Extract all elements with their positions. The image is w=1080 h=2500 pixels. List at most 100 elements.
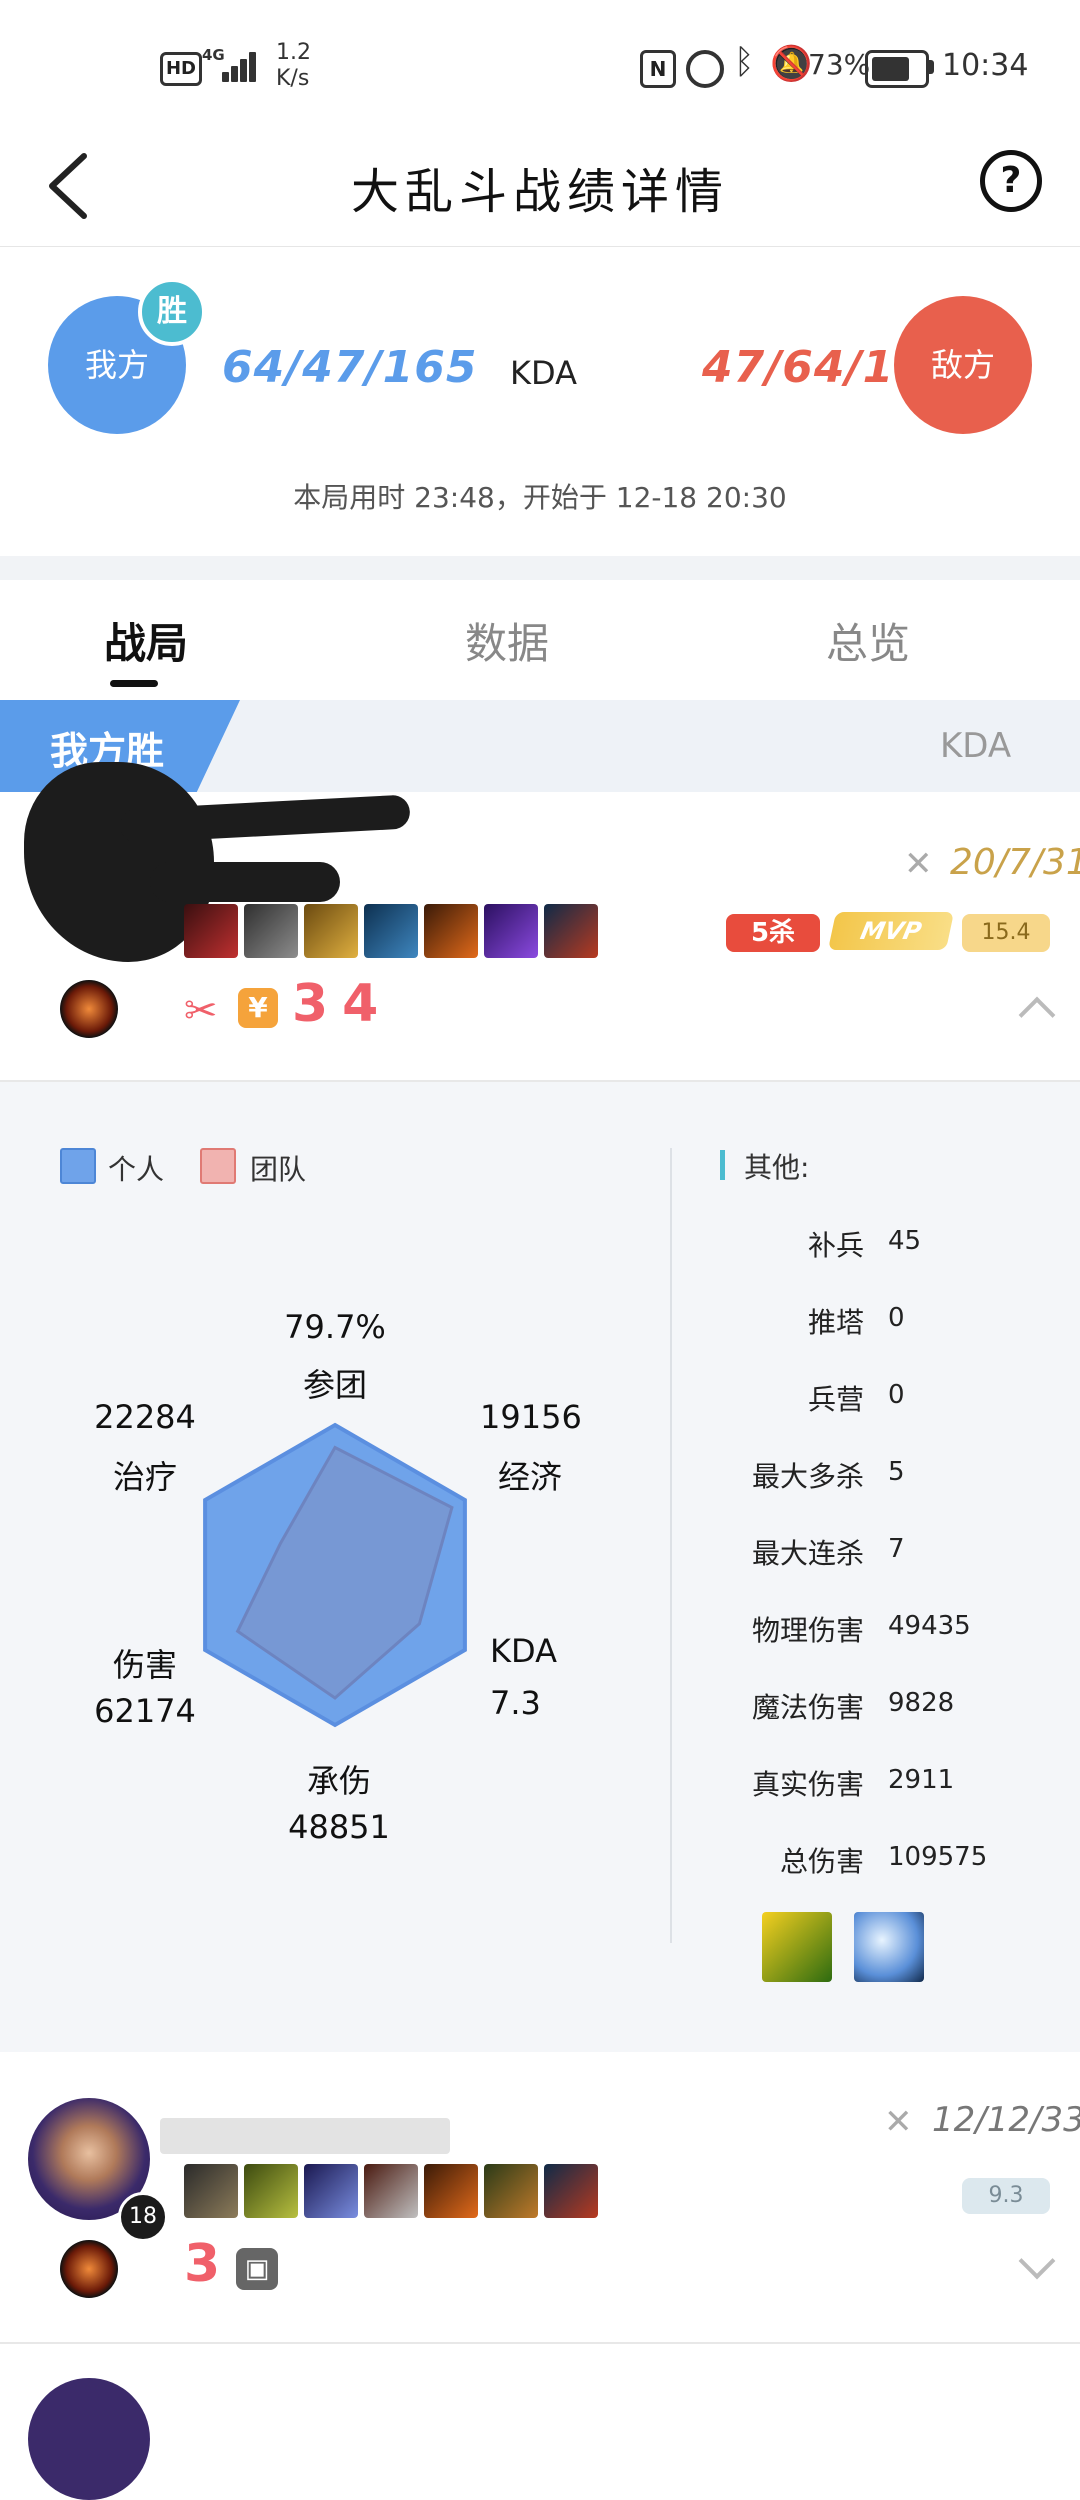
item-slot[interactable] [544, 2164, 598, 2218]
summoner-spell-snowball-icon[interactable] [854, 1912, 924, 1982]
item-slot[interactable] [544, 904, 598, 958]
stat-value: 2911 [888, 1765, 955, 1795]
stat-label: 物理伤害 [751, 1614, 864, 1647]
tab-overview[interactable]: 总览 [826, 610, 910, 671]
stat-label: 总伤害 [779, 1845, 864, 1878]
other-stats-title: 其他: [744, 1151, 810, 1184]
item-slot[interactable] [364, 904, 418, 958]
stat-label: 推塔 [807, 1306, 864, 1339]
kda-center-label: KDA [510, 354, 577, 392]
question-circle-icon[interactable]: ? [980, 150, 1042, 212]
nfc-icon: N [640, 50, 676, 88]
item-slot[interactable] [364, 2164, 418, 2218]
player2-score: 9.3 [988, 2183, 1024, 2208]
player1-redacted-name-2 [150, 862, 340, 902]
stat-label: 最大连杀 [751, 1537, 864, 1570]
kills-badge-text: 5杀 [750, 918, 796, 948]
radar-value-participation: 79.7% [284, 1308, 386, 1346]
mvp-badge: MVP [827, 912, 955, 950]
stat-value: 45 [888, 1226, 922, 1256]
bluetooth-icon: ᛒ [734, 42, 755, 82]
player2-level-badge: 18 [118, 2192, 168, 2242]
win-badge: 胜 [138, 278, 206, 346]
score-badge-text: 15.4 [981, 920, 1031, 945]
radar-label-healing: 治疗 [112, 1458, 177, 1496]
gold-medal-icon: ¥ [238, 988, 278, 1028]
item-slot[interactable] [184, 2164, 238, 2218]
player2-items [184, 2164, 604, 2222]
player2-blurred-name [160, 2118, 450, 2154]
signal-icon [222, 50, 258, 82]
summoner-spell-icon [60, 980, 118, 1038]
stat-label: 最大多杀 [751, 1460, 864, 1493]
row-divider [0, 2342, 1080, 2344]
radar-value-healing: 22284 [94, 1398, 196, 1436]
player3-avatar [28, 2378, 150, 2500]
our-score: 64/47/165 [222, 342, 478, 393]
app-header: 大乱斗战绩详情 ? [0, 130, 1080, 247]
panel-divider [670, 1148, 672, 1943]
crossed-swords-icon: ✕ [904, 844, 933, 884]
player2-kda: 12/12/33 [932, 2100, 1080, 2140]
item-slot[interactable] [304, 2164, 358, 2218]
tab-battle[interactable]: 战局 [104, 610, 188, 671]
item-slot[interactable] [484, 2164, 538, 2218]
item-slot[interactable] [424, 2164, 478, 2218]
mvp-badge-text: MVP [857, 917, 924, 945]
radar-label-participation: 参团 [302, 1366, 367, 1404]
section-divider [0, 556, 1080, 580]
battery-percent: 73% [808, 48, 871, 81]
item-slot[interactable] [424, 904, 478, 958]
stat-label: 补兵 [807, 1229, 864, 1262]
summoner-spell-ghost-icon[interactable] [762, 1912, 832, 1982]
radar-value-kda: 7.3 [490, 1684, 541, 1722]
legend-team-label: 团队 [250, 1153, 307, 1186]
radar-label-kda: KDA [490, 1632, 557, 1670]
item-slot[interactable] [244, 2164, 298, 2218]
enemy-team-circle: 敌方 [894, 296, 1032, 434]
player2-row[interactable]: 18 ✕ 12/12/33 9.3 3 ▣ [0, 2052, 1080, 2342]
stat-label: 真实伤害 [751, 1768, 864, 1801]
tab-data[interactable]: 数据 [465, 610, 549, 671]
radar-label-economy: 经济 [497, 1458, 562, 1496]
summoner-spell-icon [60, 2240, 118, 2298]
kills-badge: 5杀 [726, 914, 820, 952]
mute-icon: 🔕 [770, 44, 813, 84]
chevron-down-icon[interactable] [1018, 2242, 1056, 2280]
legend-team-swatch [200, 1148, 236, 1184]
radar-value-damage: 62174 [94, 1692, 196, 1730]
stat-label: 兵营 [807, 1383, 864, 1416]
radar-value-economy: 19156 [480, 1398, 582, 1436]
stat-label: 魔法伤害 [751, 1691, 864, 1724]
status-bar: HD 4G 1.2 K/s N ᛒ 🔕 73% 10:34 [0, 0, 1080, 130]
player2-level: 18 [129, 2204, 157, 2229]
stat-value: 0 [888, 1380, 905, 1410]
battery-tip [928, 60, 934, 74]
item-slot[interactable] [244, 904, 298, 958]
chevron-up-icon[interactable] [1018, 996, 1056, 1034]
crossed-swords-icon: ✕ [884, 2102, 913, 2142]
stat-value: 7 [888, 1534, 905, 1564]
hd-badge: HD [160, 52, 202, 86]
other-stats-accent [720, 1150, 725, 1180]
page-title: 大乱斗战绩详情 [350, 164, 729, 220]
clock: 10:34 [942, 48, 1029, 83]
stat-value: 109575 [888, 1842, 988, 1872]
item-slot[interactable] [304, 904, 358, 958]
legend-personal-swatch [60, 1148, 96, 1184]
legend-personal-label: 个人 [108, 1153, 165, 1186]
item-slot[interactable] [484, 904, 538, 958]
radar-label-taken: 承伤 [306, 1762, 371, 1800]
stat-value: 9828 [888, 1688, 955, 1718]
multikill-icon: ✂ [184, 988, 218, 1034]
player2-score-badge: 9.3 [962, 2178, 1050, 2214]
network-speed: 1.2 [276, 40, 311, 65]
score-badge: 15.4 [962, 914, 1050, 952]
match-info: 本局用时 23:48，开始于 12-18 20:30 [293, 481, 787, 514]
radar-value-taken: 48851 [288, 1808, 390, 1846]
gold-medal-text: ¥ [248, 991, 268, 1024]
player1-streak: 34 [292, 974, 393, 1034]
player1-row[interactable]: ✕ 20/7/31 5杀 MVP 15.4 ✂ ¥ 34 [0, 762, 1080, 1082]
stat-value: 49435 [888, 1611, 971, 1641]
item-slot[interactable] [184, 904, 238, 958]
